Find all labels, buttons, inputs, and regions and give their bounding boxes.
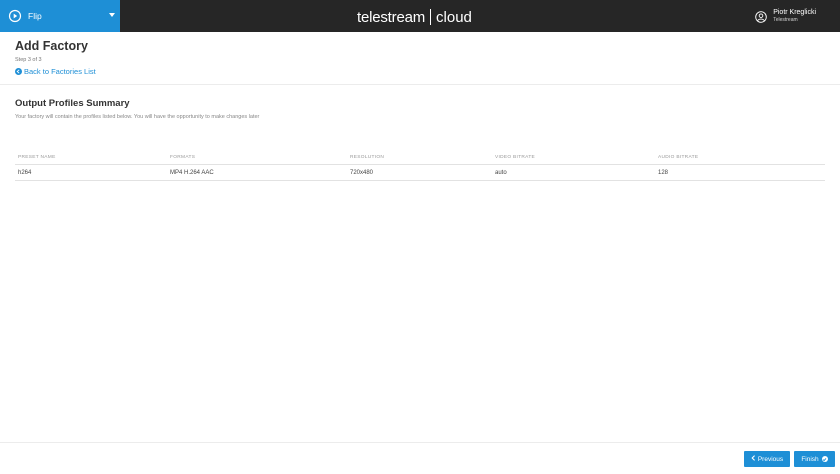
- cell-video-bitrate: auto: [495, 170, 507, 176]
- cell-resolution: 720x480: [350, 170, 374, 176]
- column-preset-name[interactable]: PRESET NAME: [18, 155, 56, 160]
- app-switcher[interactable]: Flip: [0, 0, 120, 32]
- section-description: Your factory will contain the profiles l…: [15, 114, 260, 120]
- caret-down-icon: [109, 13, 115, 17]
- footer-divider: [0, 442, 840, 443]
- brand-main: telestream: [357, 8, 426, 26]
- check-circle-icon: [821, 456, 828, 462]
- column-video-bitrate[interactable]: VIDEO BITRATE: [495, 155, 535, 160]
- app-name: Flip: [28, 11, 42, 21]
- page-title: Add Factory: [15, 39, 88, 53]
- profiles-table: PRESET NAME FORMATS RESOLUTION VIDEO BIT…: [15, 152, 825, 181]
- finish-button[interactable]: Finish: [794, 451, 835, 467]
- user-organization: Telestream: [773, 17, 798, 23]
- section-title: Output Profiles Summary: [15, 98, 130, 109]
- back-to-factories-link[interactable]: Back to Factories List: [15, 67, 96, 76]
- cell-preset-name: h264: [18, 170, 32, 176]
- arrow-left-circle-icon: [15, 68, 22, 75]
- previous-button[interactable]: Previous: [744, 451, 790, 467]
- top-bar: Flip telestream cloud Piotr Kreglicki Te…: [0, 0, 840, 32]
- header-divider: [0, 84, 840, 85]
- previous-label: Previous: [757, 455, 784, 463]
- step-indicator: Step 3 of 3: [15, 57, 42, 63]
- column-resolution[interactable]: RESOLUTION: [350, 155, 384, 160]
- cell-audio-bitrate: 128: [658, 170, 669, 176]
- user-avatar-icon: [755, 10, 767, 23]
- table-header: PRESET NAME FORMATS RESOLUTION VIDEO BIT…: [15, 152, 825, 165]
- brand-separator: [430, 9, 432, 25]
- user-menu[interactable]: Piotr Kreglicki Telestream: [755, 8, 816, 24]
- brand-logo: telestream cloud: [357, 8, 472, 26]
- back-link-label: Back to Factories List: [24, 67, 96, 76]
- user-name: Piotr Kreglicki: [773, 9, 816, 16]
- user-text: Piotr Kreglicki Telestream: [773, 8, 816, 24]
- table-row[interactable]: h264 MP4 H.264 AAC 720x480 auto 128: [15, 165, 825, 181]
- chevron-left-icon: [751, 455, 756, 463]
- finish-label: Finish: [801, 455, 819, 463]
- column-formats[interactable]: FORMATS: [170, 155, 195, 160]
- column-audio-bitrate[interactable]: AUDIO BITRATE: [658, 155, 698, 160]
- brand-sub: cloud: [436, 8, 472, 26]
- flip-app-icon: [8, 9, 22, 23]
- cell-formats: MP4 H.264 AAC: [170, 170, 214, 176]
